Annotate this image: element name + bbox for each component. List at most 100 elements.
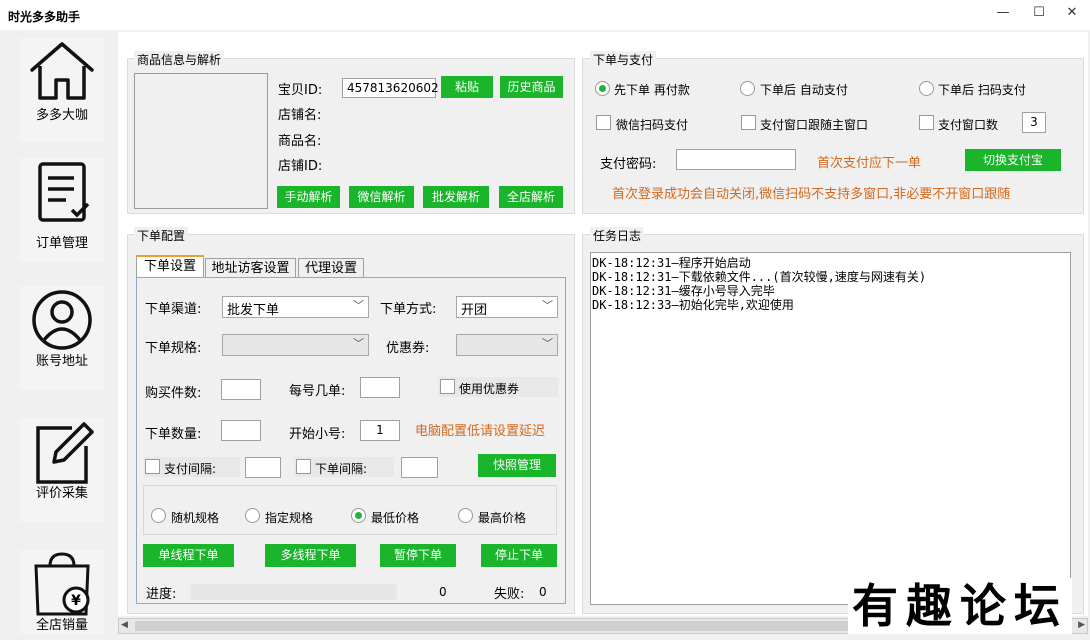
coupon-label: 优惠券:	[386, 341, 430, 356]
qty-label: 购买件数:	[145, 386, 202, 401]
radio-auto-pay[interactable]	[740, 81, 755, 96]
radio-auto-pay-label: 下单后 自动支付	[760, 83, 848, 97]
chevron-down-icon: ﹀	[542, 337, 553, 350]
tab-proxy-settings[interactable]: 代理设置	[298, 258, 364, 278]
item-id-label: 宝贝ID:	[278, 83, 323, 98]
method-value: 开团	[461, 303, 488, 318]
paste-button[interactable]: 粘贴	[441, 76, 493, 98]
method-label: 下单方式:	[380, 302, 437, 317]
product-image	[134, 73, 268, 209]
follow-window-label: 支付窗口跟随主窗口	[760, 118, 869, 132]
allshop-parse-button[interactable]: 全店解析	[499, 186, 563, 208]
sidebar-item-label: 评价采集	[35, 486, 88, 501]
log-line: DK-18:12:31—缓存小号导入完毕	[592, 284, 775, 298]
close-button[interactable]: ✕	[1054, 0, 1090, 28]
spec-select[interactable]: ﹀	[222, 334, 369, 356]
scroll-left-icon[interactable]: ◀	[121, 620, 128, 630]
use-coupon-checkbox[interactable]	[440, 379, 455, 394]
batch-parse-button[interactable]: 批发解析	[423, 186, 489, 208]
product-info-title: 商品信息与解析	[134, 51, 225, 68]
pay-hint: 首次支付应下一单	[817, 156, 922, 171]
radio-highest-price[interactable]	[458, 508, 473, 523]
shop-id-label: 店铺ID:	[278, 159, 323, 174]
svg-text:¥: ¥	[71, 593, 81, 609]
task-log-title: 任务日志	[590, 227, 645, 244]
radio-random-spec-label: 随机规格	[171, 511, 220, 525]
user-icon	[32, 290, 92, 350]
task-log-textarea[interactable]: DK-18:12:31—程序开始启动 DK-18:12:31—下载依赖文件...…	[590, 252, 1071, 605]
watermark: 有趣论坛	[848, 578, 1072, 634]
maximize-button[interactable]: ☐	[1021, 0, 1057, 28]
radio-highest-price-label: 最高价格	[478, 511, 527, 525]
tab-order-settings[interactable]: 下单设置	[136, 255, 204, 278]
manual-parse-button[interactable]: 手动解析	[277, 186, 340, 208]
order-interval-input[interactable]	[401, 457, 438, 478]
radio-fixed-spec[interactable]	[245, 508, 260, 523]
channel-value: 批发下单	[227, 303, 280, 318]
progress-bar	[191, 584, 397, 600]
order-interval-checkbox[interactable]	[296, 459, 311, 474]
per-account-input[interactable]	[360, 377, 400, 398]
edit-icon	[36, 422, 94, 484]
start-account-input[interactable]: 1	[360, 420, 400, 441]
channel-label: 下单渠道:	[145, 302, 202, 317]
radio-scan-pay[interactable]	[919, 81, 934, 96]
sidebar-item-reviews[interactable]: 评价采集	[20, 418, 104, 522]
chevron-down-icon: ﹀	[353, 337, 364, 350]
coupon-select[interactable]: ﹀	[456, 334, 558, 356]
radio-fixed-spec-label: 指定规格	[265, 511, 314, 525]
qty-input[interactable]	[221, 379, 261, 400]
chevron-down-icon: ﹀	[353, 299, 364, 312]
shopping-bag-icon: ¥	[34, 552, 90, 616]
sidebar-item-label: 账号地址	[35, 354, 88, 369]
payment-notice: 首次登录成功会自动关闭,微信扫码不支持多窗口,非必要不开窗口跟随	[612, 187, 1011, 202]
count-label: 下单数量:	[145, 427, 202, 442]
sidebar-item-label: 订单管理	[35, 236, 88, 251]
item-id-input[interactable]: 457813620602	[342, 78, 439, 98]
stop-button[interactable]: 停止下单	[481, 544, 557, 567]
method-select[interactable]: 开团 ﹀	[456, 296, 558, 318]
radio-order-first[interactable]	[595, 81, 610, 96]
pay-password-input[interactable]	[676, 149, 796, 170]
delay-hint: 电脑配置低请设置延迟	[415, 424, 546, 439]
spec-label: 下单规格:	[145, 341, 202, 356]
switch-alipay-button[interactable]: 切换支付宝	[965, 149, 1061, 171]
use-coupon-label: 使用优惠券	[459, 382, 520, 396]
single-thread-button[interactable]: 单线程下单	[143, 544, 234, 567]
pay-interval-input[interactable]	[245, 457, 281, 478]
progress-value: 0	[439, 585, 447, 599]
window-count-input[interactable]: 3	[1022, 112, 1046, 133]
wechat-parse-button[interactable]: 微信解析	[349, 186, 414, 208]
follow-window-checkbox[interactable]	[741, 115, 756, 130]
order-config-title: 下单配置	[134, 227, 189, 244]
history-button[interactable]: 历史商品	[500, 76, 563, 98]
wechat-scan-checkbox[interactable]	[596, 115, 611, 130]
start-account-label: 开始小号:	[289, 427, 346, 442]
multi-thread-button[interactable]: 多线程下单	[265, 544, 356, 567]
fail-label: 失败:	[494, 587, 525, 602]
order-list-icon	[38, 162, 90, 222]
channel-select[interactable]: 批发下单 ﹀	[222, 296, 369, 318]
tab-address-settings[interactable]: 地址访客设置	[205, 258, 296, 278]
log-line: DK-18:12:33—初始化完毕,欢迎使用	[592, 298, 794, 312]
sidebar-item-orders[interactable]: 订单管理	[20, 158, 104, 262]
window-count-checkbox[interactable]	[919, 115, 934, 130]
pay-interval-label: 支付间隔:	[164, 462, 217, 476]
radio-random-spec[interactable]	[151, 508, 166, 523]
window-title: 时光多多助手	[8, 10, 81, 24]
sidebar-item-duoduo[interactable]: 多多大咖	[20, 38, 104, 142]
sidebar-item-sales[interactable]: ¥ 全店销量	[20, 550, 104, 634]
sidebar-item-label: 多多大咖	[35, 108, 88, 123]
pause-button[interactable]: 暂停下单	[380, 544, 456, 567]
sidebar-item-account[interactable]: 账号地址	[20, 286, 104, 390]
pay-interval-checkbox[interactable]	[145, 459, 160, 474]
sidebar-item-label: 全店销量	[35, 618, 88, 633]
pay-password-label: 支付密码:	[600, 157, 657, 172]
count-input[interactable]	[221, 420, 261, 441]
minimize-button[interactable]: —	[985, 0, 1021, 28]
scroll-right-icon[interactable]: ▶	[1078, 620, 1085, 630]
progress-label: 进度:	[146, 587, 177, 602]
radio-lowest-price[interactable]	[351, 508, 366, 523]
snapshot-button[interactable]: 快照管理	[478, 454, 556, 477]
radio-lowest-price-label: 最低价格	[371, 511, 420, 525]
